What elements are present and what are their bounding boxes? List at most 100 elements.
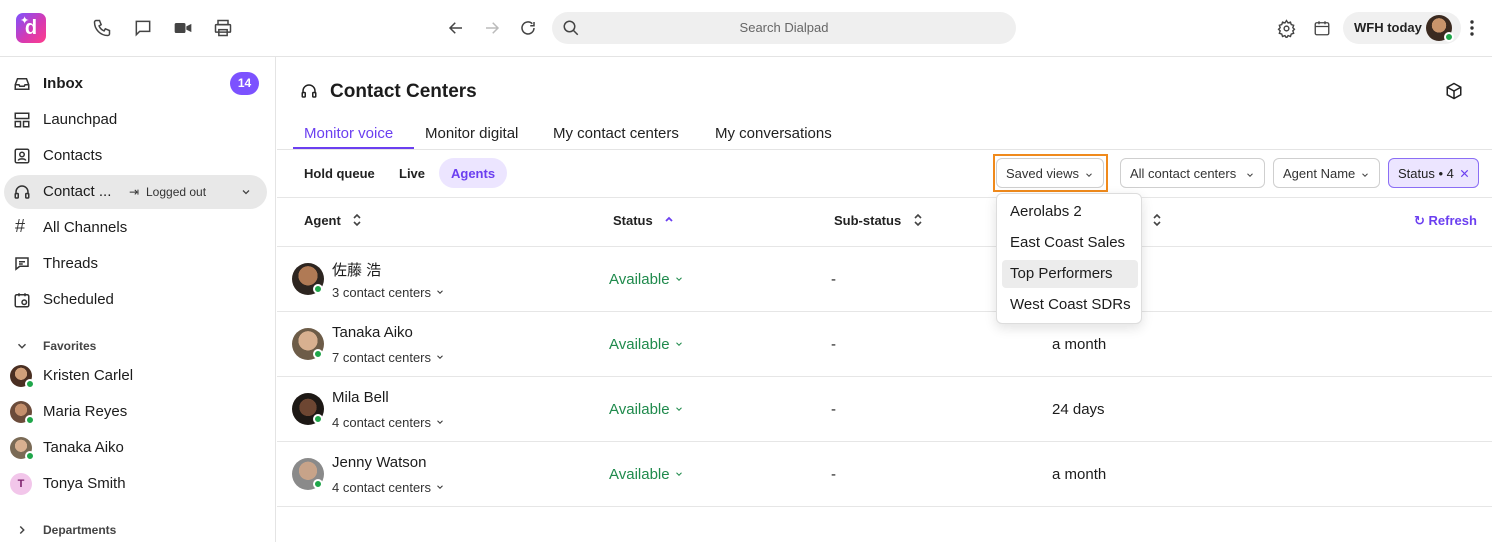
phone-icon[interactable]: [90, 16, 114, 40]
forward-arrow-icon[interactable]: [480, 16, 504, 40]
tab-my-contact-centers[interactable]: My contact centers: [553, 125, 679, 142]
presence-dot: [313, 479, 323, 489]
logout-icon: ⇥: [129, 185, 140, 199]
inbox-count-badge: 14: [230, 72, 259, 95]
contact-centers-count[interactable]: 4 contact centers: [332, 480, 445, 495]
reload-icon[interactable]: [516, 16, 540, 40]
status-filter-chip[interactable]: Status • 4: [1388, 158, 1479, 188]
agent-name-filter[interactable]: Agent Name: [1273, 158, 1380, 188]
divider: [277, 376, 1492, 377]
video-icon[interactable]: [171, 16, 195, 40]
saved-view-option-label: Aerolabs 2: [1010, 203, 1082, 220]
favorite-name: Tanaka Aiko: [43, 439, 124, 456]
column-header-agent[interactable]: Agent: [304, 213, 341, 228]
agent-name: Tanaka Aiko: [332, 324, 413, 341]
contact-centers-count-label: 3 contact centers: [332, 285, 431, 300]
tab-monitor-voice[interactable]: Monitor voice: [304, 125, 393, 142]
agent-status-dropdown[interactable]: Available: [609, 271, 684, 288]
refresh-button[interactable]: ↻ Refresh: [1414, 213, 1477, 229]
saved-view-option[interactable]: Aerolabs 2: [1002, 198, 1138, 226]
sidebar-item-launchpad[interactable]: Launchpad: [4, 103, 267, 137]
launchpad-icon: [13, 111, 31, 129]
favorites-heading[interactable]: Favorites: [43, 339, 96, 353]
tab-my-conversations[interactable]: My conversations: [715, 125, 832, 142]
subtab-agents[interactable]: Agents: [439, 158, 508, 188]
divider: [277, 197, 1492, 198]
contact-centers-count[interactable]: 3 contact centers: [332, 285, 445, 300]
chevron-down-icon[interactable]: [240, 185, 252, 197]
contacts-icon: [13, 147, 31, 165]
contact-centers-count[interactable]: 4 contact centers: [332, 415, 445, 430]
presence-dot: [1444, 32, 1454, 42]
divider: [277, 311, 1492, 312]
saved-views-menu: Aerolabs 2 East Coast Sales Top Performe…: [996, 193, 1142, 324]
tab-monitor-digital[interactable]: Monitor digital: [425, 125, 518, 142]
favorite-name: Maria Reyes: [43, 403, 128, 420]
chevron-right-icon[interactable]: [15, 523, 29, 537]
sort-ascending-icon[interactable]: [664, 213, 674, 227]
contact-centers-filter[interactable]: All contact centers: [1120, 158, 1265, 188]
saved-view-option[interactable]: Top Performers: [1002, 260, 1138, 288]
sidebar-item-inbox[interactable]: Inbox 14: [4, 67, 267, 101]
sidebar-item-contacts[interactable]: Contacts: [4, 139, 267, 173]
inbox-icon: [13, 75, 31, 93]
divider: [277, 149, 1492, 150]
close-icon[interactable]: [1459, 167, 1469, 178]
column-header-status[interactable]: Status: [613, 213, 653, 228]
chevron-down-icon: [435, 480, 445, 495]
presence-dot: [25, 379, 35, 389]
cube-icon[interactable]: [1445, 82, 1463, 100]
subtab-live[interactable]: Live: [387, 158, 437, 188]
status-pill[interactable]: WFH today: [1343, 12, 1461, 44]
chevron-down-icon: [435, 285, 445, 300]
substatus-value: -: [831, 271, 836, 288]
dialpad-logo-icon[interactable]: ✦ d: [16, 13, 46, 43]
page-title: Contact Centers: [330, 81, 477, 102]
printer-icon[interactable]: [211, 16, 235, 40]
duration-value: a month: [1052, 466, 1107, 483]
sidebar-item-label: Contact ...: [43, 183, 112, 200]
sort-icon[interactable]: [352, 213, 362, 227]
agent-status-dropdown[interactable]: Available: [609, 336, 684, 353]
duration-value: a month: [1052, 336, 1107, 353]
chat-icon[interactable]: [131, 16, 155, 40]
sidebar-item-all-channels[interactable]: # All Channels: [4, 211, 267, 245]
agent-status-dropdown[interactable]: Available: [609, 401, 684, 418]
sidebar-item-scheduled[interactable]: Scheduled: [4, 283, 267, 317]
contact-centers-count[interactable]: 7 contact centers: [332, 350, 445, 365]
sidebar-item-threads[interactable]: Threads: [4, 247, 267, 281]
sidebar-item-label: Contacts: [43, 147, 103, 164]
agent-status-label: Available: [609, 336, 670, 353]
column-header-substatus[interactable]: Sub-status: [834, 213, 901, 228]
sort-icon[interactable]: [1152, 213, 1162, 227]
back-arrow-icon[interactable]: [444, 16, 468, 40]
favorite-item[interactable]: T Tonya Smith: [4, 467, 267, 501]
more-vertical-icon[interactable]: [1460, 16, 1484, 40]
departments-heading[interactable]: Departments: [43, 523, 116, 537]
saved-view-option[interactable]: West Coast SDRs: [1002, 291, 1138, 319]
agent-status-label: Available: [609, 466, 670, 483]
search-placeholder: Search Dialpad: [739, 20, 829, 35]
agent-status-dropdown[interactable]: Available: [609, 466, 684, 483]
favorite-item[interactable]: Tanaka Aiko: [4, 431, 267, 465]
sidebar-item-contact-centers[interactable]: Contact ... ⇥ Logged out: [4, 175, 267, 209]
presence-dot: [313, 349, 323, 359]
headset-icon: [300, 82, 318, 100]
sort-icon[interactable]: [913, 213, 923, 227]
duration-value: 24 days: [1052, 401, 1105, 418]
saved-view-option[interactable]: East Coast Sales: [1002, 229, 1138, 257]
saved-views-dropdown[interactable]: Saved views: [996, 158, 1104, 188]
favorite-item[interactable]: Kristen Carlel: [4, 359, 267, 393]
agent-status-label: Available: [609, 401, 670, 418]
calendar-icon[interactable]: [1310, 16, 1334, 40]
status-filter-label: Status • 4: [1398, 166, 1454, 181]
search-input[interactable]: Search Dialpad: [552, 12, 1016, 44]
subtab-hold-queue[interactable]: Hold queue: [292, 158, 387, 188]
gear-icon[interactable]: [1274, 16, 1298, 40]
favorite-name: Tonya Smith: [43, 475, 126, 492]
favorite-item[interactable]: Maria Reyes: [4, 395, 267, 429]
hash-icon: #: [15, 216, 26, 236]
chevron-down-icon: [1360, 168, 1370, 178]
chevron-down-icon[interactable]: [15, 339, 29, 353]
agent-status-text: Logged out: [146, 185, 207, 199]
